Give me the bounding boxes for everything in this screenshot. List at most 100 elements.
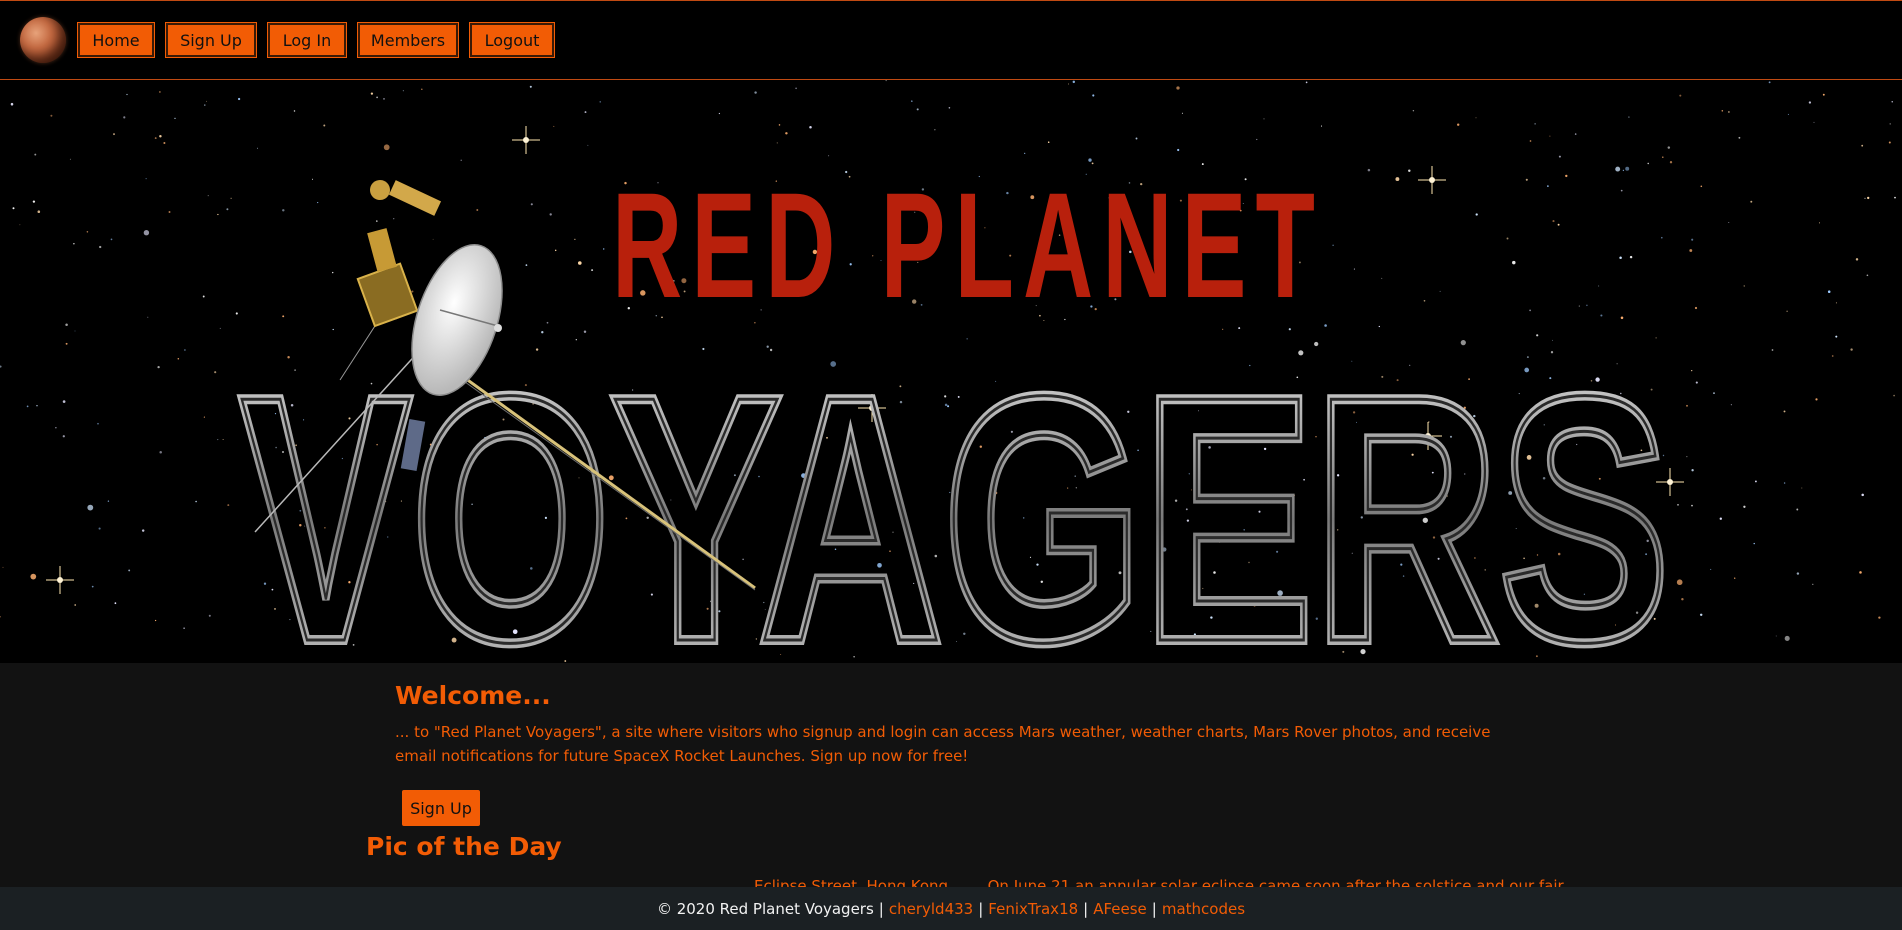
star [460,159,462,161]
star [1305,81,1308,84]
star [1719,517,1722,520]
welcome-signup-button[interactable]: Sign Up [402,790,480,826]
nav-home-button[interactable]: Home [77,22,155,58]
star [1891,101,1893,103]
star [795,87,797,90]
star [1796,572,1800,575]
star [74,330,76,332]
star [110,238,113,241]
star [184,349,186,351]
star [1753,542,1755,545]
star [237,97,241,101]
star [1263,118,1265,120]
star [1819,222,1820,224]
star [195,500,197,503]
star [226,208,229,211]
star [1835,302,1837,304]
star [113,133,115,136]
star [1423,299,1426,302]
star [1691,369,1693,372]
footer-separator: | [878,899,884,918]
star [114,602,117,605]
star [207,195,209,197]
star [128,569,131,572]
star [34,153,37,156]
star [1686,404,1688,407]
footer-link-mathcodes[interactable]: mathcodes [1162,900,1245,918]
nav-members-button[interactable]: Members [357,22,459,58]
star [549,213,552,216]
bright-star [523,137,529,143]
star [98,527,101,530]
hero-title-red-planet: RED PLANET [612,161,1324,329]
star [1625,166,1630,171]
star [208,614,211,617]
nav-logout-button[interactable]: Logout [469,22,555,58]
star [1691,238,1694,241]
star [235,312,238,315]
star [183,627,185,629]
star [1557,223,1560,226]
star [1320,125,1323,127]
nav-signup-button[interactable]: Sign Up [165,22,257,58]
star [1861,493,1864,497]
star [1586,304,1588,307]
star [230,197,232,199]
pic-of-the-day-caption: Eclipse Street, Hong Kong On June 21 an … [754,877,1564,887]
star [1750,200,1753,203]
star [62,400,66,403]
star [1783,482,1786,484]
top-navbar: Home Sign Up Log In Members Logout [0,0,1902,80]
star [1689,249,1693,252]
mars-planet-icon[interactable] [20,17,66,63]
star [1893,394,1895,397]
star [432,238,434,240]
star [159,135,162,138]
star [37,210,41,213]
star [62,435,65,438]
star [1332,244,1334,246]
star [293,110,296,112]
star [1786,310,1788,312]
star [1381,277,1383,279]
star [1525,178,1528,181]
star [1475,117,1477,119]
star [587,144,589,146]
star [476,209,479,211]
star [1888,141,1891,144]
star [163,141,166,145]
star [73,242,75,245]
star [1676,579,1683,586]
star [376,96,378,99]
bright-star [57,577,63,583]
star [1728,221,1730,223]
footer-link-cheryld433[interactable]: cheryld433 [889,900,973,918]
star [1565,174,1568,178]
star [1135,137,1138,140]
star [1547,185,1549,187]
star [107,500,110,502]
star [203,416,205,418]
star [1878,616,1881,619]
star [1699,613,1703,617]
star [159,450,162,454]
footer-link-afeese[interactable]: AFeese [1093,900,1147,918]
star [1475,213,1478,216]
star [1408,169,1411,173]
star [1177,148,1180,152]
star [1600,314,1603,317]
star [1506,237,1509,240]
star [206,100,207,102]
star [87,504,94,511]
star [574,238,576,240]
footer-link-fenixtrax18[interactable]: FenixTrax18 [988,900,1078,918]
star [602,248,605,250]
star [26,405,29,408]
nav-login-button[interactable]: Log In [267,22,347,58]
star [1619,256,1622,260]
star [65,342,68,345]
footer-copyright: © 2020 Red Planet Voyagers [656,899,874,918]
star [32,200,36,203]
star [97,422,99,425]
star [1367,168,1371,172]
